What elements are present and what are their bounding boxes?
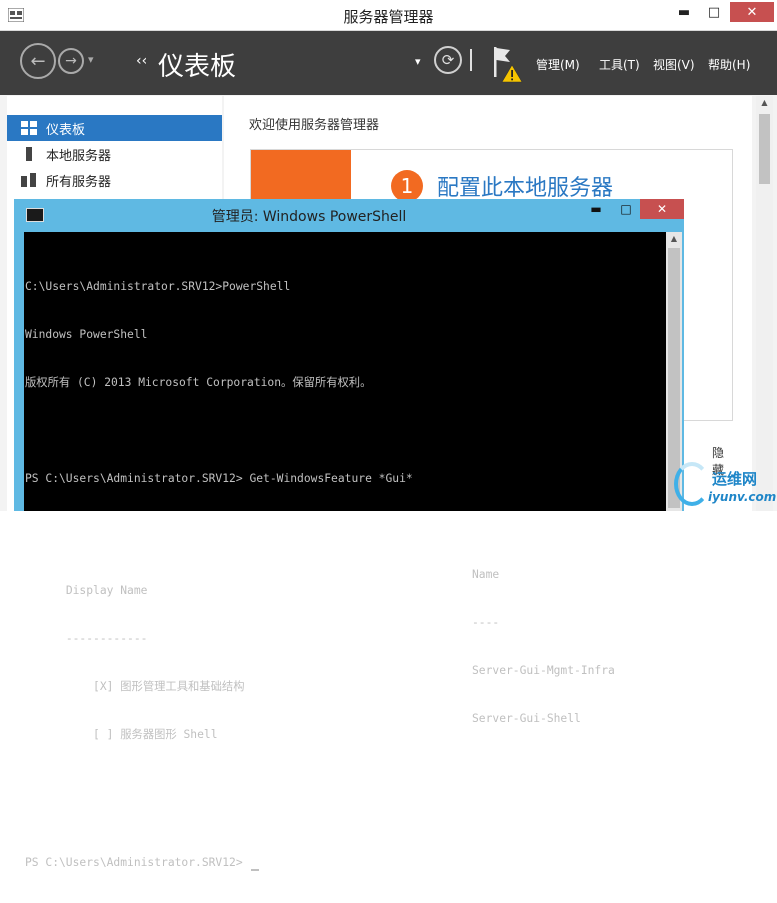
- refresh-button[interactable]: ⟳: [434, 46, 462, 74]
- configure-local-server-link[interactable]: 配置此本地服务器: [437, 170, 613, 202]
- display-name-header: Display Name: [65, 584, 148, 597]
- table-row: [ ] 服务器图形 Shell Server-Gui-Shell: [25, 711, 666, 741]
- console-line: Windows PowerShell: [25, 328, 148, 341]
- console-line: PS C:\Users\Administrator.SRV12> Get-Win…: [25, 472, 413, 485]
- watermark-cn-text: 运维网: [712, 470, 758, 488]
- ps-close-button[interactable]: ✕: [640, 199, 684, 219]
- minimize-button[interactable]: ▬: [670, 2, 698, 22]
- console-line: 版权所有 (C) 2013 Microsoft Corporation。保留所有…: [25, 376, 372, 389]
- table-row: [X] 图形管理工具和基础结构 Server-Gui-Mgmt-Infra: [25, 663, 666, 693]
- maximize-icon: □: [620, 202, 632, 216]
- step-number-badge: 1: [391, 170, 423, 202]
- menu-view[interactable]: 视图(V): [653, 56, 695, 73]
- server-manager-titlebar[interactable]: 服务器管理器 ▬ □ ✕: [0, 0, 777, 31]
- powershell-window: 管理员: Windows PowerShell ▬ □ ✕ C:\Users\A…: [14, 199, 684, 871]
- breadcrumb-title: 仪表板: [158, 52, 237, 82]
- back-button[interactable]: ←: [20, 43, 56, 79]
- welcome-title: 欢迎使用服务器管理器: [249, 118, 380, 133]
- history-dropdown-icon[interactable]: ▾: [88, 53, 94, 66]
- server-manager-title: 服务器管理器: [343, 8, 434, 26]
- feature-name: Server-Gui-Shell: [472, 712, 581, 725]
- feature-display-name: [ ] 服务器图形 Shell: [65, 728, 218, 741]
- all-servers-icon: [21, 173, 36, 187]
- powershell-console[interactable]: C:\Users\Administrator.SRV12>PowerShell …: [24, 232, 666, 871]
- text-cursor: [251, 869, 260, 871]
- server-manager-scrollbar[interactable]: ▲: [756, 96, 773, 511]
- scroll-up-icon[interactable]: ▲: [666, 234, 682, 243]
- sidebar-item-label: 所有服务器: [46, 174, 112, 190]
- name-divider: ----: [472, 616, 500, 629]
- feature-name: Server-Gui-Mgmt-Infra: [472, 664, 615, 677]
- maximize-icon: □: [707, 4, 721, 20]
- server-manager-toolbar: ← → ▾ ‹‹ 仪表板 ▾ ⟳ 管理(M) 工具(T) 视图(V) 帮助(H): [0, 31, 777, 95]
- sidebar-item-all-servers[interactable]: 所有服务器: [7, 167, 222, 193]
- watermark-logo: 运维网 iyunv.com: [672, 460, 777, 511]
- ps-maximize-button[interactable]: □: [612, 199, 640, 219]
- feature-table-divider: ------------ ----: [25, 615, 666, 645]
- local-server-icon: [26, 147, 32, 161]
- notifications-flag-icon[interactable]: [490, 45, 526, 85]
- close-icon: ✕: [656, 202, 668, 216]
- sidebar-item-label: 本地服务器: [46, 148, 112, 164]
- breadcrumb-arrow-icon: ‹‹: [136, 53, 148, 69]
- display-name-divider: ------------: [65, 632, 148, 645]
- arrow-right-icon: →: [65, 53, 77, 69]
- name-header: Name: [472, 568, 500, 581]
- refresh-icon: ⟳: [441, 51, 455, 69]
- arrow-left-icon: ←: [30, 50, 46, 72]
- close-button[interactable]: ✕: [730, 2, 774, 22]
- close-icon: ✕: [746, 4, 758, 20]
- breadcrumb-dropdown-icon[interactable]: ▾: [415, 55, 421, 68]
- console-prompt: PS C:\Users\Administrator.SRV12>: [25, 856, 250, 869]
- scroll-up-icon[interactable]: ▲: [756, 98, 773, 110]
- menu-help[interactable]: 帮助(H): [708, 56, 750, 73]
- console-prompt-line: PS C:\Users\Administrator.SRV12>: [25, 855, 666, 871]
- maximize-button[interactable]: □: [700, 2, 728, 22]
- scrollbar-thumb[interactable]: [759, 114, 770, 184]
- sidebar-item-label: 仪表板: [46, 122, 86, 138]
- minimize-icon: ▬: [590, 202, 602, 216]
- ps-minimize-button[interactable]: ▬: [582, 199, 610, 219]
- minimize-icon: ▬: [677, 4, 691, 20]
- forward-button[interactable]: →: [58, 48, 84, 74]
- menu-tools[interactable]: 工具(T): [599, 56, 640, 73]
- watermark-swoosh-icon: [674, 462, 710, 506]
- feature-table-header: Display Name Name: [25, 567, 666, 597]
- powershell-title: 管理员: Windows PowerShell: [211, 209, 407, 225]
- dashboard-icon: [21, 121, 37, 135]
- sidebar-item-dashboard[interactable]: 仪表板: [7, 115, 222, 141]
- sidebar-item-local-server[interactable]: 本地服务器: [7, 141, 222, 167]
- toolbar-divider: [470, 49, 472, 71]
- powershell-titlebar[interactable]: 管理员: Windows PowerShell ▬ □ ✕: [14, 199, 684, 229]
- menu-manage[interactable]: 管理(M): [536, 56, 580, 73]
- console-line: C:\Users\Administrator.SRV12>PowerShell: [25, 280, 291, 293]
- watermark-url-text: iyunv.com: [708, 490, 777, 504]
- feature-display-name: [X] 图形管理工具和基础结构: [65, 680, 245, 693]
